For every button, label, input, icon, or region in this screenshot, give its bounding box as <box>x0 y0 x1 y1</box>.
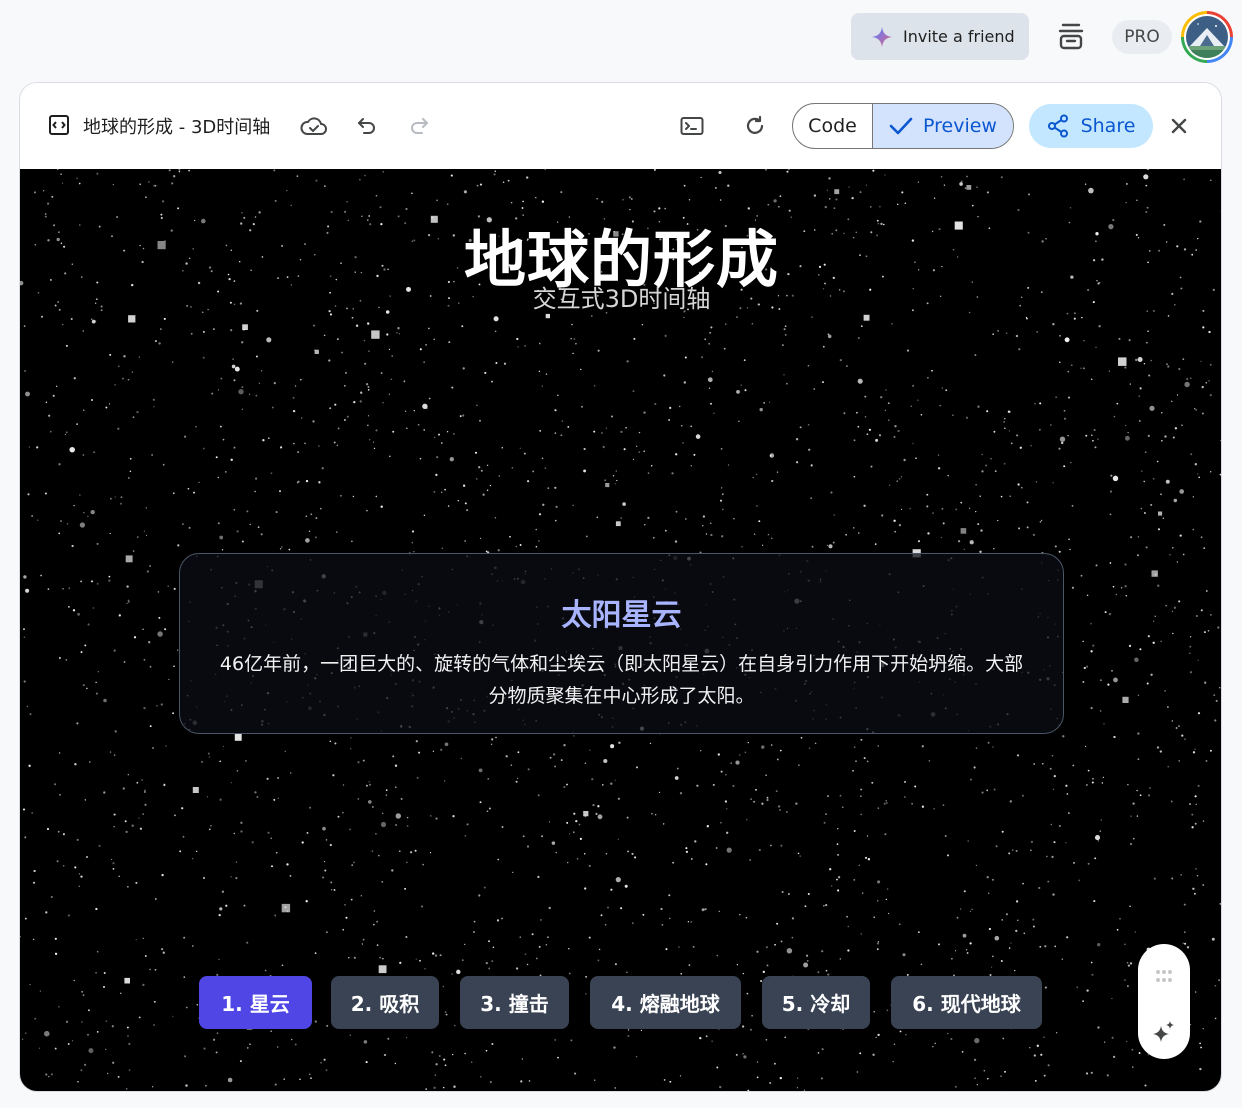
stage-button-1[interactable]: 1. 星云 <box>199 976 312 1029</box>
invite-friend-button[interactable]: Invite a friend <box>851 13 1029 60</box>
stage-description: 46亿年前，一团巨大的、旋转的气体和尘埃云（即太阳星云）在自身引力作用下开始坍缩… <box>219 653 1024 707</box>
stage-heading: 太阳星云 <box>561 598 682 633</box>
pro-badge: PRO <box>1112 20 1172 54</box>
share-icon <box>1047 114 1068 138</box>
share-label: Share <box>1080 115 1136 137</box>
preview-tab[interactable]: Preview <box>873 104 1013 148</box>
stage-button-3[interactable]: 3. 撞击 <box>460 976 569 1029</box>
check-icon <box>889 117 913 135</box>
code-tab[interactable]: Code <box>793 104 873 148</box>
redo-icon[interactable] <box>401 108 437 144</box>
close-icon[interactable] <box>1161 108 1197 144</box>
artifact-toolbar: 地球的形成 - 3D时间轴 Code Preview Share <box>20 83 1221 169</box>
preview-tab-label: Preview <box>923 115 997 137</box>
refresh-icon[interactable] <box>737 108 773 144</box>
avatar[interactable] <box>1181 11 1233 63</box>
stage-button-5[interactable]: 5. 冷却 <box>762 976 870 1029</box>
artifact-panel: 地球的形成 - 3D时间轴 Code Preview Share 地球的形成 交… <box>19 82 1222 1092</box>
stage-info-card: 太阳星云 46亿年前，一团巨大的、旋转的气体和尘埃云（即太阳星云）在自身引力作用… <box>179 553 1064 734</box>
terminal-icon[interactable] <box>674 108 710 144</box>
stage-button-2[interactable]: 2. 吸积 <box>331 976 439 1029</box>
stage-button-6[interactable]: 6. 现代地球 <box>891 976 1042 1029</box>
stack-icon[interactable] <box>1052 17 1090 55</box>
undo-icon[interactable] <box>349 108 385 144</box>
code-embed-icon <box>41 107 77 143</box>
floating-toolbar <box>1138 944 1190 1059</box>
page-subtitle: 交互式3D时间轴 <box>532 285 711 313</box>
document-title: 地球的形成 - 3D时间轴 <box>83 117 271 138</box>
sparkle-icon <box>871 26 893 47</box>
share-button[interactable]: Share <box>1029 104 1153 148</box>
magic-sparkle-icon[interactable] <box>1152 1020 1176 1044</box>
drag-handle-icon[interactable] <box>1155 969 1173 983</box>
top-bar: Invite a friend PRO <box>0 0 1242 76</box>
preview-canvas: 地球的形成 交互式3D时间轴 太阳星云 46亿年前，一团巨大的、旋转的气体和尘埃… <box>20 169 1221 1091</box>
invite-friend-label: Invite a friend <box>903 27 1015 46</box>
view-toggle: Code Preview <box>792 103 1014 149</box>
stage-button-4[interactable]: 4. 熔融地球 <box>590 976 741 1029</box>
cloud-save-icon[interactable] <box>296 108 332 144</box>
